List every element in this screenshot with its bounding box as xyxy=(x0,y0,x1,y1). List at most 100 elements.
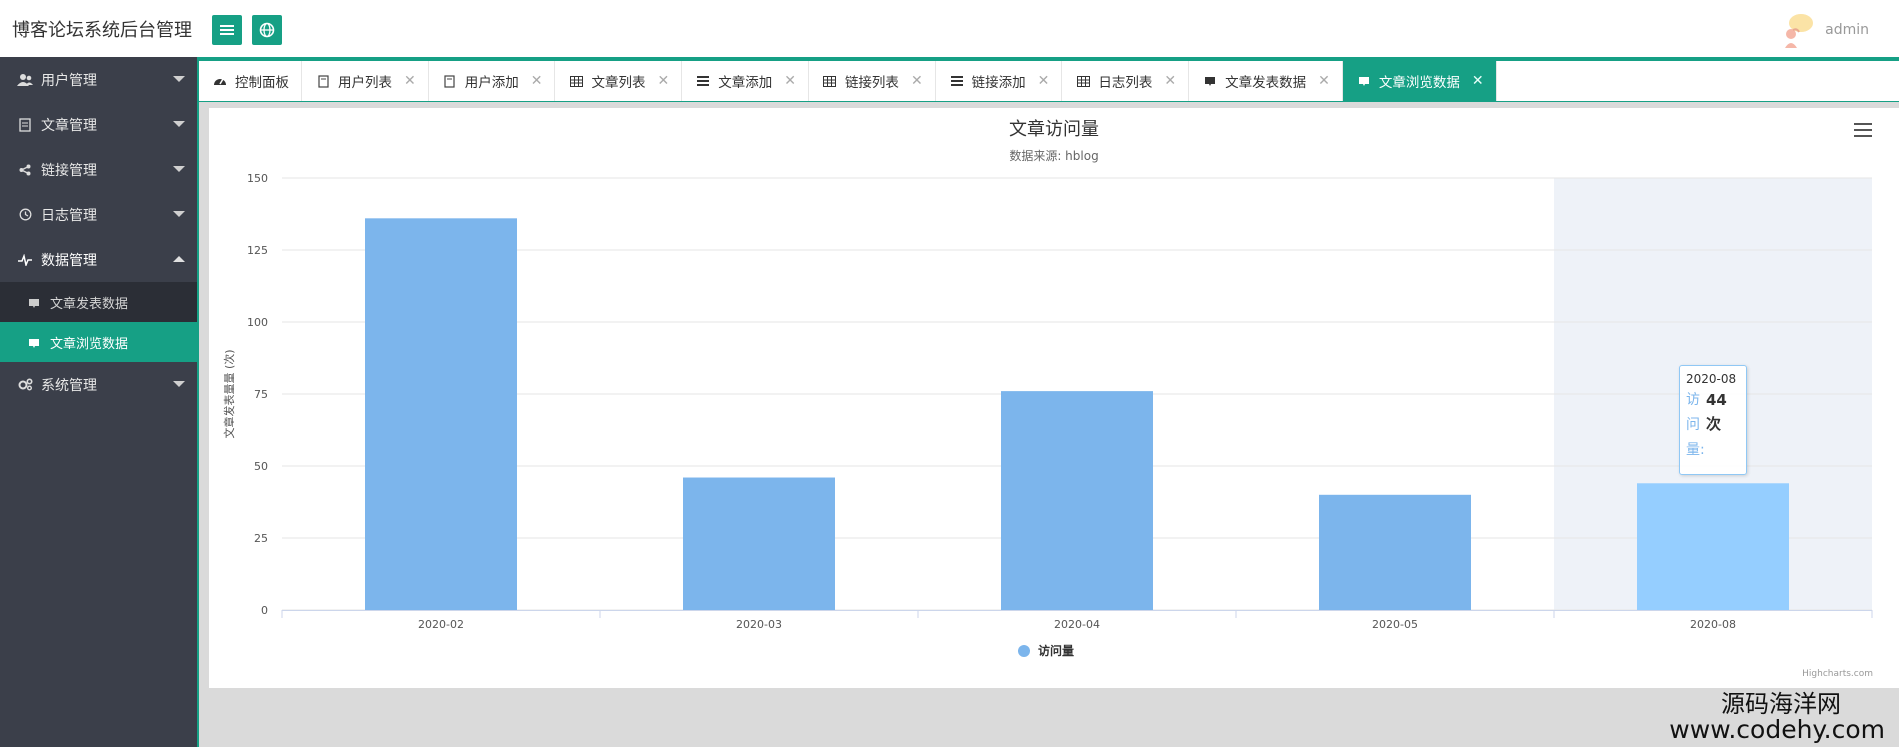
cogs-icon xyxy=(17,377,33,393)
chart-tooltip: 2020-08 访问量: 44 次 xyxy=(1679,365,1747,476)
avatar xyxy=(1779,12,1815,48)
share-icon xyxy=(17,162,33,178)
close-icon[interactable]: ✕ xyxy=(1318,73,1330,89)
chevron-down-icon xyxy=(173,211,185,217)
app-title: 博客论坛系统后台管理 xyxy=(12,20,192,41)
y-tick-label: 75 xyxy=(254,388,268,401)
y-tick-label: 100 xyxy=(247,316,268,329)
watermark-line2: www.codehy.com xyxy=(1669,715,1885,744)
tooltip-category: 2020-08 xyxy=(1686,372,1737,387)
file-icon xyxy=(316,74,330,88)
y-tick-label: 50 xyxy=(254,460,268,473)
sidebar-item-articles[interactable]: 文章管理 xyxy=(0,102,197,147)
sidebar-item-label: 链接管理 xyxy=(41,162,97,179)
legend-marker xyxy=(1018,645,1030,657)
tab-dashboard[interactable]: 控制面板 xyxy=(199,61,302,101)
globe-icon xyxy=(259,22,275,38)
tab-view-data[interactable]: 文章浏览数据 ✕ xyxy=(1342,61,1497,101)
chart-icon xyxy=(28,297,40,308)
tab-post-data[interactable]: 文章发表数据 ✕ xyxy=(1189,61,1343,101)
y-tick-label: 150 xyxy=(247,172,268,185)
sidebar-item-users[interactable]: 用户管理 xyxy=(0,57,197,102)
sidebar-subitem-label: 文章浏览数据 xyxy=(50,336,129,352)
tab-log-list[interactable]: 日志列表 ✕ xyxy=(1062,61,1190,101)
sidebar-subitem-view-data[interactable]: 文章浏览数据 xyxy=(0,322,197,362)
bar xyxy=(365,218,517,610)
close-icon[interactable]: ✕ xyxy=(911,73,923,89)
chart-icon xyxy=(1203,75,1217,87)
data-submenu: 文章发表数据 文章浏览数据 xyxy=(0,282,197,362)
tab-label: 文章发表数据 xyxy=(1225,75,1307,91)
panel-left-bar xyxy=(199,102,209,688)
close-icon[interactable]: ✕ xyxy=(1472,73,1484,89)
user-menu[interactable]: admin xyxy=(1779,12,1869,48)
sidebar-item-data[interactable]: 数据管理 xyxy=(0,237,197,282)
tab-label: 文章浏览数据 xyxy=(1378,75,1460,91)
close-icon[interactable]: ✕ xyxy=(531,73,543,89)
x-tick-label: 2020-08 xyxy=(1690,618,1736,631)
tab-bar: 控制面板 用户列表 ✕ 用户添加 ✕ 文章列表 ✕ 文章添加 ✕ 链接列表 ✕ … xyxy=(199,61,1899,102)
x-tick-label: 2020-03 xyxy=(736,618,782,631)
sidebar-item-links[interactable]: 链接管理 xyxy=(0,147,197,192)
watermark: 源码海洋网 www.codehy.com xyxy=(1669,691,1885,743)
legend-label[interactable]: 访问量 xyxy=(1038,643,1074,658)
chart-icon xyxy=(28,337,40,348)
chart-icon xyxy=(1357,75,1371,87)
bar xyxy=(1637,483,1789,610)
bar xyxy=(683,477,835,610)
table-icon xyxy=(569,75,583,87)
top-header: 博客论坛系统后台管理 admin xyxy=(0,0,1899,57)
table-icon xyxy=(823,75,837,87)
table-icon xyxy=(1076,75,1090,87)
list-icon xyxy=(950,75,964,87)
tab-link-add[interactable]: 链接添加 ✕ xyxy=(936,61,1063,101)
close-icon[interactable]: ✕ xyxy=(657,73,669,89)
chevron-down-icon xyxy=(173,381,185,387)
chevron-up-icon xyxy=(173,256,185,262)
tab-user-list[interactable]: 用户列表 ✕ xyxy=(302,61,429,101)
close-icon[interactable]: ✕ xyxy=(784,73,796,89)
sidebar-subitem-label: 文章发表数据 xyxy=(50,296,129,312)
list-icon xyxy=(696,75,710,87)
x-tick-label: 2020-02 xyxy=(418,618,464,631)
sidebar-item-label: 日志管理 xyxy=(41,207,97,224)
chart-panel: 文章访问量 数据来源: hblog 0 25 50 75 100 125 150 文章发表量量… xyxy=(209,108,1899,688)
bar xyxy=(1001,391,1153,610)
chart-credits[interactable]: Highcharts.com xyxy=(1802,669,1873,679)
tab-label: 文章列表 xyxy=(591,75,646,91)
tab-label: 链接添加 xyxy=(971,75,1026,91)
sidebar-subitem-post-data[interactable]: 文章发表数据 xyxy=(0,282,197,322)
tooltip-series: 访问量: xyxy=(1686,392,1705,459)
document-icon xyxy=(17,117,33,133)
tab-label: 链接列表 xyxy=(844,75,899,91)
user-name[interactable]: admin xyxy=(1825,22,1869,38)
x-tick-label: 2020-05 xyxy=(1372,618,1418,631)
y-tick-label: 0 xyxy=(261,604,268,617)
watermark-line1: 源码海洋网 xyxy=(1721,690,1841,718)
chevron-down-icon xyxy=(173,166,185,172)
sidebar-item-label: 系统管理 xyxy=(41,377,97,394)
tab-label: 用户添加 xyxy=(464,75,519,91)
close-icon[interactable]: ✕ xyxy=(1038,73,1050,89)
hamburger-icon xyxy=(220,25,234,35)
tab-article-list[interactable]: 文章列表 ✕ xyxy=(555,61,683,101)
history-icon xyxy=(17,207,33,223)
site-button[interactable] xyxy=(252,15,282,45)
tab-link-list[interactable]: 链接列表 ✕ xyxy=(809,61,936,101)
users-icon xyxy=(17,72,33,88)
y-axis-title: 文章发表量量 (次) xyxy=(222,349,236,438)
close-icon[interactable]: ✕ xyxy=(1164,73,1176,89)
chevron-down-icon xyxy=(173,121,185,127)
sidebar-item-logs[interactable]: 日志管理 xyxy=(0,192,197,237)
close-icon[interactable]: ✕ xyxy=(404,73,416,89)
tab-article-add[interactable]: 文章添加 ✕ xyxy=(682,61,809,101)
toggle-menu-button[interactable] xyxy=(212,15,242,45)
dashboard-icon xyxy=(213,75,227,87)
sidebar-item-system[interactable]: 系统管理 xyxy=(0,362,197,407)
x-tick-label: 2020-04 xyxy=(1054,618,1100,631)
sidebar-item-label: 用户管理 xyxy=(41,72,97,89)
bar xyxy=(1319,494,1471,610)
tab-user-add[interactable]: 用户添加 ✕ xyxy=(429,61,556,101)
pulse-icon xyxy=(17,252,33,268)
y-tick-label: 125 xyxy=(247,244,268,257)
